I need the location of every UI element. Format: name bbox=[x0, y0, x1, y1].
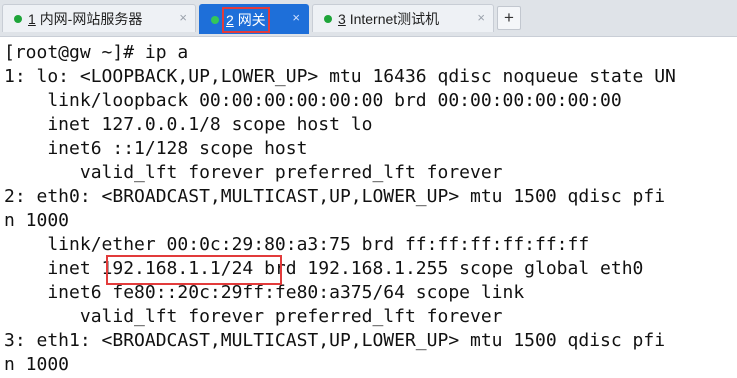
tab-label: 3 Internet测试机 bbox=[338, 10, 440, 27]
status-dot-icon bbox=[324, 14, 332, 23]
terminal-line: inet 192.168.1.1/24 brd 192.168.1.255 sc… bbox=[4, 258, 644, 279]
terminal-line: inet6 ::1/128 scope host bbox=[4, 138, 308, 159]
terminal-line: valid_lft forever preferred_lft forever bbox=[4, 306, 503, 327]
terminal-line: 1: lo: <LOOPBACK,UP,LOWER_UP> mtu 16436 … bbox=[4, 66, 676, 87]
tab-gateway[interactable]: 2 网关 × bbox=[199, 4, 309, 34]
terminal-line: inet 127.0.0.1/8 scope host lo bbox=[4, 114, 373, 135]
status-dot-icon bbox=[211, 15, 219, 24]
terminal-line: link/loopback 00:00:00:00:00:00 brd 00:0… bbox=[4, 90, 622, 111]
status-dot-icon bbox=[14, 14, 22, 23]
tab-label: 2 网关 bbox=[222, 6, 270, 33]
tab-intranet-web-server[interactable]: 1 内网-网站服务器 × bbox=[2, 4, 196, 32]
tab-internet-test-machine[interactable]: 3 Internet测试机 × bbox=[312, 4, 494, 32]
terminal-line: n 1000 bbox=[4, 354, 70, 375]
add-tab-button[interactable]: + bbox=[497, 6, 521, 30]
terminal-line: [root@gw ~]# ip a bbox=[4, 42, 189, 63]
terminal-output[interactable]: [root@gw ~]# ip a 1: lo: <LOOPBACK,UP,LO… bbox=[0, 37, 737, 378]
terminal-line: 2: eth0: <BROADCAST,MULTICAST,UP,LOWER_U… bbox=[4, 186, 666, 207]
terminal-line: link/ether 00:0c:29:80:a3:75 brd ff:ff:f… bbox=[4, 234, 590, 255]
tab-label: 1 内网-网站服务器 bbox=[28, 10, 143, 27]
close-icon[interactable]: × bbox=[179, 11, 187, 25]
close-icon[interactable]: × bbox=[477, 11, 485, 25]
terminal-line: valid_lft forever preferred_lft forever bbox=[4, 162, 503, 183]
terminal-line: n 1000 bbox=[4, 210, 70, 231]
tab-bar: 1 内网-网站服务器 × 2 网关 × 3 Internet测试机 × + bbox=[0, 0, 737, 37]
terminal-line: 3: eth1: <BROADCAST,MULTICAST,UP,LOWER_U… bbox=[4, 330, 666, 351]
ip-address-highlight bbox=[106, 255, 282, 285]
close-icon[interactable]: × bbox=[292, 11, 300, 25]
